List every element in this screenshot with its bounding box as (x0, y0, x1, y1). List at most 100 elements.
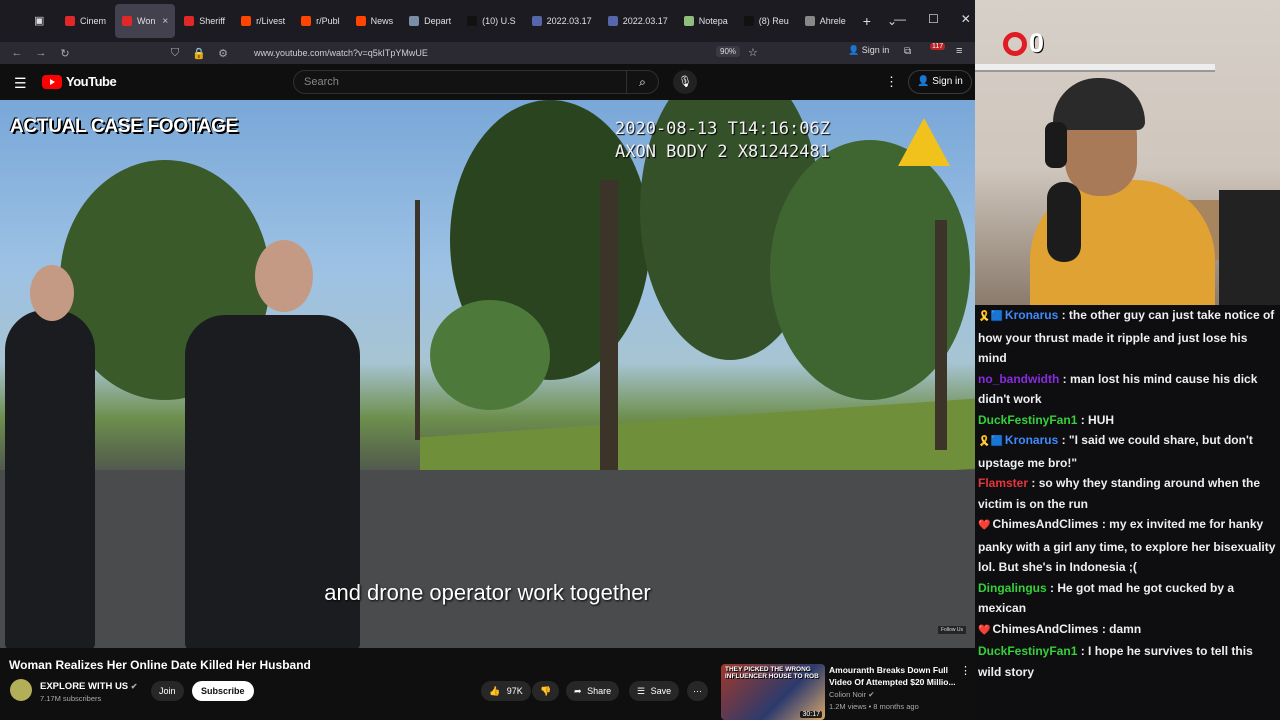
save-button[interactable]: ☰ Save (629, 681, 680, 701)
browser-tab[interactable]: 2022.03.17 (601, 4, 675, 38)
tab-label: Ahrele (819, 16, 846, 26)
browser-tab[interactable]: Won × (115, 4, 176, 38)
save-icon: ☰ (637, 686, 646, 696)
tab-favicon-icon (355, 16, 366, 26)
youtube-logo[interactable]: YouTube (42, 74, 117, 89)
microphone (1047, 182, 1081, 262)
bookmark-star-icon[interactable]: ☆ (748, 46, 758, 59)
tab-label: 2022.03.17 (622, 16, 668, 26)
channel-name[interactable]: EXPLORE WITH US ✔ (40, 681, 138, 692)
tab-label: (10) U.S (482, 16, 516, 26)
chat-username[interactable]: Flamster (978, 476, 1028, 490)
chat-separator: : (1098, 621, 1110, 636)
browser-tab[interactable]: 2022.03.17 (525, 4, 599, 38)
chat-message: 🎗️🟦 Kronarus : the other guy can just tak… (978, 305, 1277, 369)
chat-username[interactable]: Kronarus (1005, 308, 1058, 322)
zoom-level[interactable]: 90% (716, 46, 741, 57)
more-actions-button[interactable]: ⋯ (687, 681, 708, 701)
recommended-thumbnail[interactable]: THEY PICKED THE WRONG INFLUENCER HOUSE T… (721, 664, 825, 720)
forward-icon[interactable]: → (32, 47, 50, 59)
chat-message: ❤️ ChimesAndClimes : my ex invited me for… (978, 514, 1277, 578)
recommended-title[interactable]: Amouranth Breaks Down Full Video Of Atte… (829, 664, 957, 688)
browser-tab[interactable]: r/Publ (294, 4, 347, 38)
verified-icon: ✔ (130, 682, 138, 691)
chat-message: DuckFestinyFan1 : HUH (978, 410, 1277, 431)
browser-tab-bar: ▣ Cinem Won × Sheriff r/Livest r/Publ News Depa… (0, 0, 975, 42)
stream-counter: 0 (1003, 28, 1044, 59)
share-button[interactable]: ➦ Share (566, 681, 620, 701)
back-icon[interactable]: ← (8, 47, 26, 59)
more-icon: ⋯ (693, 686, 702, 696)
browser-menu-icon[interactable]: ≡ (956, 45, 962, 57)
chat-message: no_bandwidth : man lost his mind cause h… (978, 369, 1277, 410)
search-placeholder: Search (304, 76, 339, 88)
chat-username[interactable]: ChimesAndClimes (992, 622, 1098, 636)
youtube-play-icon (42, 74, 62, 89)
chat-separator: : (1098, 517, 1110, 531)
dislike-button[interactable]: 👎 (532, 681, 560, 701)
like-button[interactable]: 👍 97K (481, 681, 531, 701)
recommended-kebab-icon[interactable]: ⋮ (960, 664, 971, 677)
chat-username[interactable]: DuckFestinyFan1 (978, 644, 1077, 658)
close-window-icon[interactable]: ✕ (961, 12, 971, 26)
tab-favicon-icon (683, 16, 694, 26)
chat-username[interactable]: no_bandwidth (978, 372, 1059, 386)
browser-tab[interactable]: (10) U.S (460, 4, 523, 38)
tab-close-icon[interactable]: × (162, 16, 168, 27)
video-title: Woman Realizes Her Online Date Killed He… (9, 658, 311, 672)
chat-message: ❤️ ChimesAndClimes : damn (978, 619, 1277, 642)
subscribe-button[interactable]: Subscribe (192, 681, 254, 701)
tab-label: Depart (424, 16, 452, 26)
chat-text: damn (1109, 621, 1142, 636)
browser-sign-in[interactable]: 👤 Sign in (848, 45, 889, 56)
screen: ▣ Cinem Won × Sheriff r/Livest r/Publ News Depa… (0, 0, 1280, 720)
browser-tab[interactable]: Notepa (677, 4, 735, 38)
browser-tab[interactable]: News (349, 4, 401, 38)
chat-separator: : (1058, 308, 1069, 322)
chat-username[interactable]: DuckFestinyFan1 (978, 413, 1077, 427)
video-player[interactable]: ACTUAL CASE FOOTAGE 2020-08-13 T14:16:06… (0, 100, 975, 648)
video-subtitle: and drone operator work together (324, 580, 651, 605)
url-text[interactable]: www.youtube.com/watch?v=q5kITpYMwUE (254, 48, 428, 58)
browser-tab[interactable]: r/Livest (234, 4, 292, 38)
channel-name-text: EXPLORE WITH US (40, 681, 129, 692)
browser-tab[interactable]: (8) Reu (737, 4, 796, 38)
chat-separator: : (1077, 412, 1089, 427)
settings-kebab-icon[interactable]: ⋮ (885, 74, 898, 90)
channel-avatar[interactable] (10, 679, 32, 701)
search-icon[interactable]: ⌕ (626, 71, 658, 93)
tab-label: Won (137, 16, 156, 26)
permissions-icon[interactable]: ⚙ (214, 47, 232, 60)
chat-username[interactable]: ChimesAndClimes (992, 517, 1098, 531)
browser-tab[interactable]: Depart (402, 4, 458, 38)
watermark-badge[interactable]: Follow Us (938, 626, 966, 634)
bodycam-timestamp: 2020-08-13 T14:16:06Z AXON BODY 2 X81242… (615, 118, 830, 164)
chat-badge-icon: ❤️ (978, 624, 991, 636)
chat-badge-icon: ❤️ (978, 520, 991, 531)
browser-tab[interactable]: Cinem (58, 4, 113, 38)
minimize-icon[interactable]: — (894, 12, 906, 26)
tab-favicon-icon (743, 16, 754, 26)
recommended-channel[interactable]: Colion Noir ✔ (829, 690, 875, 699)
notification-badge[interactable]: 117 (930, 43, 946, 50)
tree-trunk (935, 220, 947, 450)
search-input[interactable]: Search ⌕ (293, 70, 659, 94)
tab-overview-icon[interactable]: ▣ (34, 14, 44, 27)
youtube-sign-in-button[interactable]: 👤 Sign in (908, 70, 972, 94)
microphone-icon[interactable]: 🎙 (673, 70, 697, 94)
save-label: Save (650, 686, 672, 696)
browser-tab[interactable]: Ahrele (798, 4, 853, 38)
chat-username[interactable]: Kronarus (1005, 433, 1058, 447)
chat-badge-icon: 🎗️🟦 (978, 436, 1003, 447)
hamburger-menu-icon[interactable]: ☰ (14, 75, 27, 92)
tab-favicon-icon (301, 16, 312, 26)
extensions-icon[interactable]: ⧉ (904, 46, 911, 57)
new-tab-icon[interactable]: + (863, 13, 871, 29)
browser-tab[interactable]: Sheriff (177, 4, 232, 38)
join-button[interactable]: Join (151, 681, 184, 701)
shield-icon[interactable]: ⛉ (166, 47, 184, 60)
maximize-icon[interactable]: ☐ (928, 12, 939, 26)
reload-icon[interactable]: ↻ (56, 47, 74, 60)
chat-username[interactable]: Dingalingus (978, 581, 1047, 595)
tab-label: r/Publ (316, 16, 340, 26)
